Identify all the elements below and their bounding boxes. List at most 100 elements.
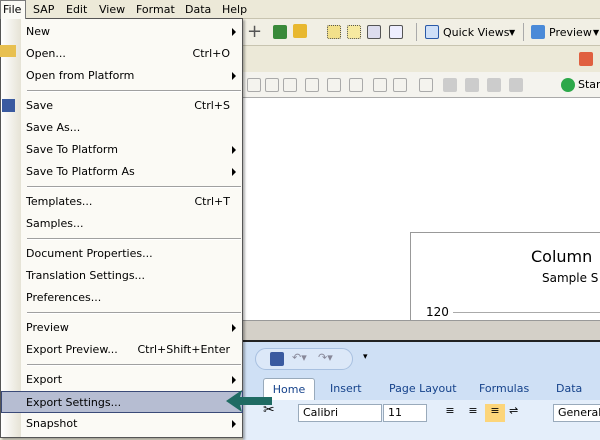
- customize-qat-icon[interactable]: ▾: [363, 352, 368, 362]
- menu-item-new[interactable]: New: [2, 21, 242, 43]
- menu-item-templates[interactable]: Templates... Ctrl+T: [2, 191, 242, 213]
- tab-insert[interactable]: Insert: [330, 378, 362, 400]
- menu-item-save-to-platform-as[interactable]: Save To Platform As: [2, 161, 242, 183]
- shortcut: Ctrl+Shift+Enter: [137, 343, 230, 356]
- align-icon[interactable]: [393, 78, 407, 92]
- align-icon[interactable]: [327, 78, 341, 92]
- add-component-icon[interactable]: [327, 25, 341, 39]
- add-icon[interactable]: +: [247, 21, 262, 42]
- menu-sap[interactable]: SAP: [33, 3, 54, 16]
- menu-item-save-to-platform[interactable]: Save To Platform: [2, 139, 242, 161]
- file-menu: New Open... Ctrl+O Open from Platform Save Ct…: [0, 18, 243, 438]
- start-button[interactable]: Star: [578, 78, 600, 91]
- fit-icon[interactable]: [367, 25, 381, 39]
- pointer-arrow: [226, 390, 272, 412]
- menu-item-label: Save: [26, 99, 54, 112]
- number-format-select[interactable]: General: [553, 404, 600, 422]
- ribbon-body: ✂ Calibri 11 ≡ ≡ ≡ ⇌ General: [243, 400, 600, 440]
- menu-data[interactable]: Data: [185, 3, 211, 16]
- menubar: [0, 0, 600, 19]
- menu-item-label: Save As...: [26, 121, 81, 134]
- bring-front-icon[interactable]: [443, 78, 457, 92]
- alignment-toolbar: Star: [243, 72, 600, 98]
- resize-icon[interactable]: [389, 25, 403, 39]
- wrap-text-icon[interactable]: ⇌: [509, 404, 529, 422]
- align-top-icon[interactable]: ≡: [440, 404, 460, 422]
- save-icon[interactable]: [270, 352, 284, 366]
- undo-icon[interactable]: ↶▾: [292, 351, 307, 364]
- chart-component[interactable]: Column Sample S 120: [410, 232, 600, 322]
- excel-import-icon[interactable]: [273, 25, 287, 39]
- menu-item-label: Document Properties...: [26, 247, 153, 260]
- chart-title: Column: [531, 247, 593, 266]
- quick-views-button[interactable]: Quick Views: [443, 26, 509, 39]
- backward-icon[interactable]: [509, 78, 523, 92]
- tab-formulas[interactable]: Formulas: [479, 378, 529, 400]
- menu-item-label: Export: [26, 373, 63, 386]
- menu-item-save-as[interactable]: Save As...: [2, 117, 242, 139]
- publish-icon[interactable]: [579, 52, 593, 66]
- font-select[interactable]: Calibri: [298, 404, 382, 422]
- menu-item-save[interactable]: Save Ctrl+S: [2, 95, 242, 117]
- align-icon[interactable]: [265, 78, 279, 92]
- menu-item-open-from-platform[interactable]: Open from Platform: [2, 65, 242, 87]
- menu-item-label: Open...: [26, 47, 66, 60]
- preview-button[interactable]: Preview: [549, 26, 592, 39]
- quick-views-icon[interactable]: [425, 25, 439, 39]
- menu-item-preferences[interactable]: Preferences...: [2, 287, 242, 309]
- menu-item-label: Translation Settings...: [26, 269, 146, 282]
- align-icon[interactable]: [247, 78, 261, 92]
- menu-item-snapshot[interactable]: Snapshot: [2, 413, 242, 435]
- align-icon[interactable]: [349, 78, 363, 92]
- tab-page-layout[interactable]: Page Layout: [389, 378, 457, 400]
- database-icon[interactable]: [293, 24, 307, 38]
- menu-edit[interactable]: Edit: [66, 3, 87, 16]
- menu-format[interactable]: Format: [136, 3, 175, 16]
- menu-item-preview[interactable]: Preview: [2, 317, 242, 339]
- menu-file[interactable]: File: [3, 3, 21, 16]
- preview-icon[interactable]: [531, 25, 545, 39]
- scroll-strip: [243, 320, 600, 342]
- menu-item-samples[interactable]: Samples...: [2, 213, 242, 235]
- design-canvas[interactable]: Column Sample S 120: [243, 98, 600, 322]
- start-icon[interactable]: [561, 78, 575, 92]
- excel-ribbon: ↶▾ ↷▾ ▾ Home Insert Page Layout Formulas…: [243, 342, 600, 440]
- forward-icon[interactable]: [487, 78, 501, 92]
- align-icon[interactable]: [373, 78, 387, 92]
- menu-item-export[interactable]: Export: [2, 369, 242, 391]
- align-icon[interactable]: [283, 78, 297, 92]
- menu-item-label: Templates...: [26, 195, 93, 208]
- menu-item-label: Save To Platform: [26, 143, 118, 156]
- submenu-arrow-icon: [232, 146, 236, 154]
- submenu-arrow-icon: [232, 376, 236, 384]
- menu-help[interactable]: Help: [222, 3, 247, 16]
- redo-icon[interactable]: ↷▾: [318, 351, 333, 364]
- submenu-arrow-icon: [232, 168, 236, 176]
- menu-item-label: Save To Platform As: [26, 165, 135, 178]
- menu-item-label: Samples...: [26, 217, 84, 230]
- menu-item-label: New: [26, 25, 50, 38]
- tab-data[interactable]: Data: [556, 378, 582, 400]
- menu-item-export-preview[interactable]: Export Preview... Ctrl+Shift+Enter: [2, 339, 242, 361]
- menu-item-open[interactable]: Open... Ctrl+O: [2, 43, 242, 65]
- menu-item-label: Open from Platform: [26, 69, 135, 82]
- align-bottom-icon[interactable]: ≡: [485, 404, 505, 422]
- menu-item-label: Snapshot: [26, 417, 78, 430]
- submenu-arrow-icon: [232, 72, 236, 80]
- menu-item-label: Export Preview...: [26, 343, 118, 356]
- align-icon[interactable]: [305, 78, 319, 92]
- font-size-select[interactable]: 11: [383, 404, 427, 422]
- submenu-arrow-icon: [232, 28, 236, 36]
- menu-item-document-properties[interactable]: Document Properties...: [2, 243, 242, 265]
- submenu-arrow-icon: [232, 420, 236, 428]
- menu-view[interactable]: View: [99, 3, 125, 16]
- menu-item-translation-settings[interactable]: Translation Settings...: [2, 265, 242, 287]
- quick-access-toolbar: ↶▾ ↷▾: [255, 348, 353, 370]
- align-middle-icon[interactable]: ≡: [463, 404, 483, 422]
- group-icon[interactable]: [347, 25, 361, 39]
- menu-item-label: Preferences...: [26, 291, 102, 304]
- align-icon[interactable]: [419, 78, 433, 92]
- menu-item-export-settings[interactable]: Export Settings...: [1, 391, 243, 413]
- y-axis-tick: 120: [426, 305, 449, 319]
- send-back-icon[interactable]: [465, 78, 479, 92]
